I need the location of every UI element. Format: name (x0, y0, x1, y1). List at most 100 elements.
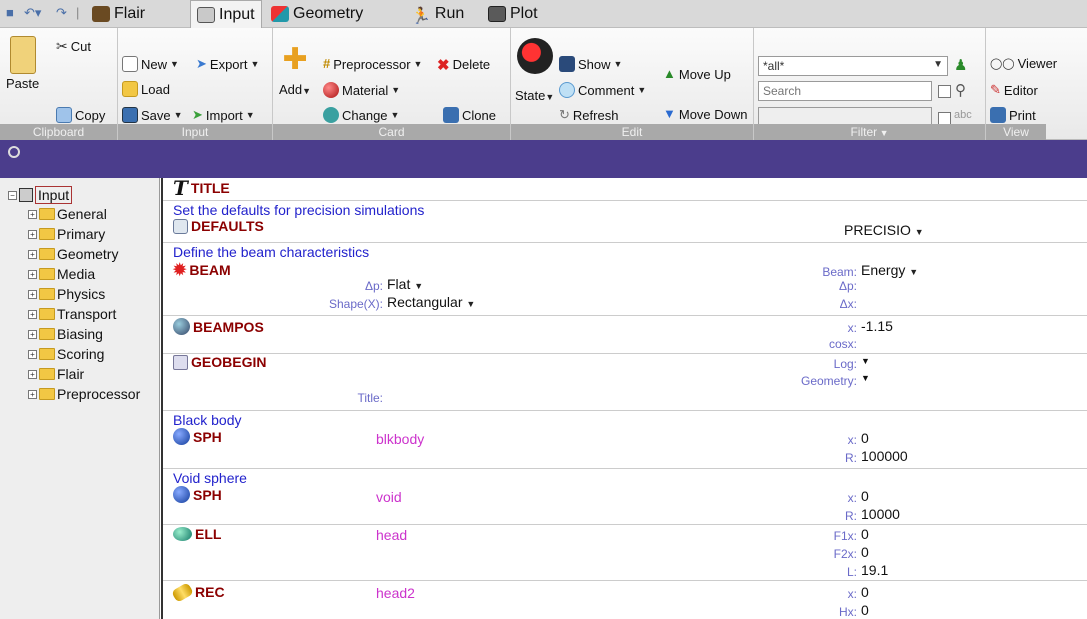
tree-item-media[interactable]: + Media (28, 266, 95, 282)
x-value[interactable]: -1.15 (861, 318, 893, 334)
tree-item-scoring[interactable]: + Scoring (28, 346, 104, 362)
folder-icon (39, 228, 55, 240)
tab-plot[interactable]: Plot (482, 0, 544, 28)
card-comment[interactable]: Void sphere (173, 470, 247, 486)
card-comment[interactable]: Define the beam characteristics (173, 244, 369, 260)
expand-icon[interactable]: + (28, 349, 37, 359)
hx-value[interactable]: 0 (861, 602, 869, 618)
paste-button[interactable]: Paste (6, 36, 39, 91)
tree-item-transport[interactable]: + Transport (28, 306, 116, 322)
expand-icon[interactable]: + (28, 389, 37, 399)
f2x-value[interactable]: 0 (861, 544, 869, 560)
preprocessor-button[interactable]: # Preprocessor ▼ (323, 56, 422, 72)
card-beampos[interactable]: BEAMPOS (173, 318, 264, 335)
r-value[interactable]: 100000 (861, 448, 908, 464)
r-value[interactable]: 10000 (861, 506, 900, 522)
card-comment[interactable]: Set the defaults for precision simulatio… (173, 202, 424, 218)
tab-flair-label: Flair (114, 5, 146, 22)
material-button[interactable]: Material ▼ (323, 82, 400, 98)
redo-icon[interactable]: ↷ (56, 5, 67, 21)
expand-icon[interactable]: + (28, 269, 37, 279)
save-button[interactable]: Save ▼ (122, 107, 183, 123)
expand-icon[interactable]: + (28, 309, 37, 319)
x-value[interactable]: 0 (861, 488, 869, 504)
save-icon[interactable]: ■ (6, 5, 14, 20)
tab-geometry[interactable]: Geometry (265, 0, 369, 28)
card-beam[interactable]: ✹ BEAM (173, 260, 231, 280)
body-name[interactable]: blkbody (376, 431, 424, 447)
expand-icon[interactable]: + (28, 329, 37, 339)
tree-item-flair[interactable]: + Flair (28, 366, 84, 382)
filter-select[interactable]: *all* ▼ (758, 56, 948, 76)
cut-button[interactable]: ✂ Cut (56, 38, 91, 54)
expand-icon[interactable]: + (28, 209, 37, 219)
card-defaults[interactable]: DEFAULTS (173, 218, 264, 234)
x-value[interactable]: 0 (861, 584, 869, 600)
search-icon[interactable]: ⚲ (955, 81, 966, 99)
f1x-value[interactable]: 0 (861, 526, 869, 542)
load-button[interactable]: Load (122, 81, 170, 97)
tree-item-preprocessor[interactable]: + Preprocessor (28, 386, 140, 402)
add-card-button[interactable]: ✚ Add▼ (279, 45, 311, 98)
editor-button[interactable]: ✎ Editor (990, 82, 1038, 98)
card-sph-void[interactable]: SPH (173, 486, 222, 503)
body-name[interactable]: void (376, 489, 402, 505)
expand-icon[interactable]: + (28, 249, 37, 259)
copy-button[interactable]: Copy (56, 107, 105, 123)
delete-button[interactable]: ✖ Delete (437, 56, 490, 75)
circle-icon[interactable] (8, 146, 20, 158)
collapse-icon[interactable]: − (8, 190, 17, 200)
search-checkbox[interactable] (938, 85, 951, 98)
search-input[interactable] (758, 81, 932, 101)
print-button[interactable]: Print (990, 107, 1036, 123)
tree-item-biasing[interactable]: + Biasing (28, 326, 103, 342)
chevron-down-icon: ▼ (545, 92, 555, 102)
body-name[interactable]: head (376, 527, 407, 543)
tree-item-physics[interactable]: + Physics (28, 286, 105, 302)
dp-select[interactable]: Flat ▼ (387, 276, 423, 292)
clone-button[interactable]: Clone (443, 107, 496, 123)
move-down-button[interactable]: ▼ Move Down (663, 106, 748, 122)
tree-item-geometry[interactable]: + Geometry (28, 246, 118, 262)
show-button[interactable]: Show ▼ (559, 56, 622, 72)
expand-icon[interactable]: + (28, 229, 37, 239)
new-button[interactable]: New ▼ (122, 56, 179, 72)
expand-icon[interactable]: + (28, 289, 37, 299)
import-button[interactable]: ➤ Import ▼ (192, 107, 255, 123)
export-button[interactable]: ➤ Export ▼ (196, 56, 259, 72)
card-comment[interactable]: Black body (173, 412, 241, 428)
tab-flair[interactable]: Flair (86, 0, 151, 28)
card-rec[interactable]: REC (171, 581, 225, 603)
tab-run[interactable]: 🏃 Run (405, 0, 470, 28)
comment-button[interactable]: Comment ▼ (559, 82, 646, 98)
log-select[interactable]: ▼ (861, 356, 870, 366)
card-geobegin[interactable]: GEOBEGIN (173, 354, 266, 370)
x-value[interactable]: 0 (861, 430, 869, 446)
expand-icon[interactable]: + (28, 369, 37, 379)
body-name[interactable]: head2 (376, 585, 415, 601)
card-ell[interactable]: ELL (173, 526, 221, 542)
filter-footer[interactable]: Filter ▼ (754, 124, 985, 140)
tree-root-input[interactable]: − Input (8, 186, 73, 204)
tab-input[interactable]: Input (190, 0, 262, 29)
card-title[interactable]: T TITLE (173, 178, 230, 200)
undo-icon[interactable]: ↶▾ (24, 5, 41, 21)
card-sph-blkbody[interactable]: SPH (173, 428, 222, 445)
viewer-button[interactable]: ◯◯ Viewer (990, 56, 1057, 71)
change-button[interactable]: Change ▼ (323, 107, 399, 123)
state-button[interactable]: State▼ (515, 38, 554, 103)
defaults-select[interactable]: PRECISIO ▼ (844, 222, 924, 238)
filter-select-value: *all* (763, 59, 785, 73)
refresh-button[interactable]: ↻ Refresh (559, 107, 618, 123)
filter-person-icon[interactable]: ♟ (954, 56, 967, 74)
shape-select[interactable]: Rectangular ▼ (387, 294, 475, 310)
geometry-select[interactable]: ▼ (861, 373, 870, 383)
tree-item-general[interactable]: + General (28, 206, 107, 222)
filter-abc-icon[interactable]: abc (954, 109, 972, 121)
l-value[interactable]: 19.1 (861, 562, 888, 578)
chevron-down-icon: ▼ (877, 128, 889, 138)
tree-item-primary[interactable]: + Primary (28, 226, 105, 242)
beam-select[interactable]: Energy ▼ (861, 262, 918, 278)
geometry-field-label: Geometry: (800, 374, 857, 388)
move-up-button[interactable]: ▲ Move Up (663, 66, 731, 82)
